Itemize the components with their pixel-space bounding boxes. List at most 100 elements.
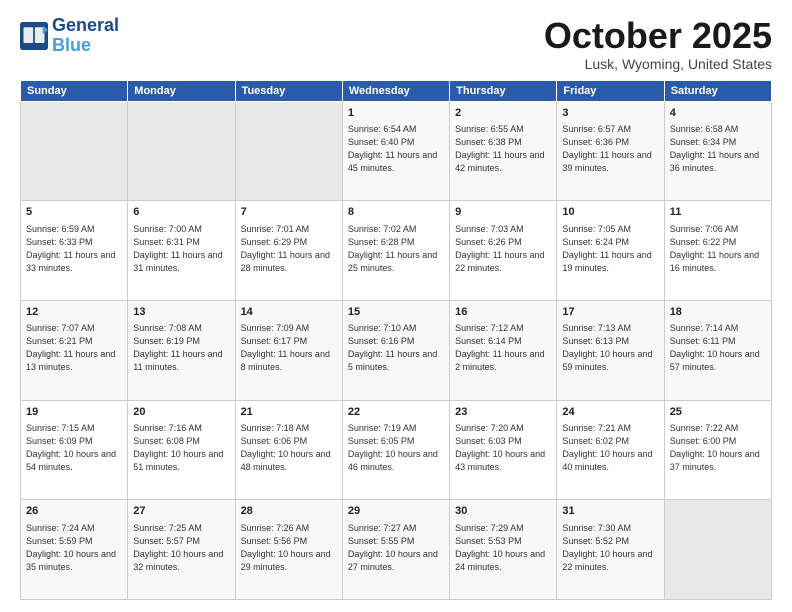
calendar-cell (21, 101, 128, 201)
day-info: Sunrise: 7:16 AMSunset: 6:08 PMDaylight:… (133, 422, 229, 474)
logo-text: General Blue (52, 16, 119, 56)
day-number: 10 (562, 205, 658, 220)
day-number: 5 (26, 205, 122, 220)
day-info: Sunrise: 7:13 AMSunset: 6:13 PMDaylight:… (562, 322, 658, 374)
location: Lusk, Wyoming, United States (544, 56, 772, 72)
day-number: 18 (670, 305, 766, 320)
calendar-week-2: 12Sunrise: 7:07 AMSunset: 6:21 PMDayligh… (21, 300, 772, 400)
day-number: 17 (562, 305, 658, 320)
weekday-header-friday: Friday (557, 80, 664, 101)
logo-line1: General (52, 16, 119, 36)
day-number: 30 (455, 504, 551, 519)
calendar-table: SundayMondayTuesdayWednesdayThursdayFrid… (20, 80, 772, 600)
day-info: Sunrise: 6:59 AMSunset: 6:33 PMDaylight:… (26, 223, 122, 275)
calendar-cell (664, 500, 771, 600)
day-info: Sunrise: 6:57 AMSunset: 6:36 PMDaylight:… (562, 123, 658, 175)
calendar-cell (128, 101, 235, 201)
day-info: Sunrise: 7:05 AMSunset: 6:24 PMDaylight:… (562, 223, 658, 275)
month-title: October 2025 (544, 16, 772, 56)
weekday-header-monday: Monday (128, 80, 235, 101)
calendar-cell: 12Sunrise: 7:07 AMSunset: 6:21 PMDayligh… (21, 300, 128, 400)
day-number: 1 (348, 106, 444, 121)
calendar-cell: 6 Sunrise: 7:00 AMSunset: 6:31 PMDaylight… (128, 201, 235, 301)
day-number: 9 (455, 205, 551, 220)
calendar-cell: 23Sunrise: 7:20 AMSunset: 6:03 PMDayligh… (450, 400, 557, 500)
day-info: Sunrise: 7:18 AMSunset: 6:06 PMDaylight:… (241, 422, 337, 474)
day-number: 16 (455, 305, 551, 320)
calendar-week-0: 1 Sunrise: 6:54 AMSunset: 6:40 PMDaylight… (21, 101, 772, 201)
day-number: 13 (133, 305, 229, 320)
day-number: 26 (26, 504, 122, 519)
day-number: 2 (455, 106, 551, 121)
calendar-cell: 20 Sunrise: 7:16 AMSunset: 6:08 PMDayligh… (128, 400, 235, 500)
calendar-cell: 27Sunrise: 7:25 AMSunset: 5:57 PMDayligh… (128, 500, 235, 600)
calendar-cell: 30 Sunrise: 7:29 AMSunset: 5:53 PMDayligh… (450, 500, 557, 600)
calendar-cell: 24Sunrise: 7:21 AMSunset: 6:02 PMDayligh… (557, 400, 664, 500)
day-info: Sunrise: 7:08 AMSunset: 6:19 PMDaylight:… (133, 322, 229, 374)
day-info: Sunrise: 7:22 AMSunset: 6:00 PMDaylight:… (670, 422, 766, 474)
day-info: Sunrise: 7:10 AMSunset: 6:16 PMDaylight:… (348, 322, 444, 374)
calendar-cell: 28Sunrise: 7:26 AMSunset: 5:56 PMDayligh… (235, 500, 342, 600)
day-info: Sunrise: 6:55 AMSunset: 6:38 PMDaylight:… (455, 123, 551, 175)
logo-icon (20, 22, 48, 50)
day-number: 29 (348, 504, 444, 519)
day-info: Sunrise: 7:12 AMSunset: 6:14 PMDaylight:… (455, 322, 551, 374)
calendar-cell: 3 Sunrise: 6:57 AMSunset: 6:36 PMDaylight… (557, 101, 664, 201)
calendar-cell: 26 Sunrise: 7:24 AMSunset: 5:59 PMDayligh… (21, 500, 128, 600)
day-info: Sunrise: 7:19 AMSunset: 6:05 PMDaylight:… (348, 422, 444, 474)
logo-line2: Blue (52, 36, 119, 56)
day-info: Sunrise: 7:24 AMSunset: 5:59 PMDaylight:… (26, 522, 122, 574)
day-number: 20 (133, 405, 229, 420)
day-number: 11 (670, 205, 766, 220)
day-number: 8 (348, 205, 444, 220)
day-number: 7 (241, 205, 337, 220)
calendar-cell: 15Sunrise: 7:10 AMSunset: 6:16 PMDayligh… (342, 300, 449, 400)
calendar-cell (235, 101, 342, 201)
logo: General Blue (20, 16, 119, 56)
day-info: Sunrise: 7:27 AMSunset: 5:55 PMDaylight:… (348, 522, 444, 574)
page: General Blue October 2025 Lusk, Wyoming,… (0, 0, 792, 612)
calendar-week-4: 26 Sunrise: 7:24 AMSunset: 5:59 PMDayligh… (21, 500, 772, 600)
calendar-week-1: 5 Sunrise: 6:59 AMSunset: 6:33 PMDaylight… (21, 201, 772, 301)
day-info: Sunrise: 7:07 AMSunset: 6:21 PMDaylight:… (26, 322, 122, 374)
calendar-cell: 5 Sunrise: 6:59 AMSunset: 6:33 PMDaylight… (21, 201, 128, 301)
calendar-cell: 29 Sunrise: 7:27 AMSunset: 5:55 PMDayligh… (342, 500, 449, 600)
calendar-cell: 13 Sunrise: 7:08 AMSunset: 6:19 PMDayligh… (128, 300, 235, 400)
day-info: Sunrise: 7:29 AMSunset: 5:53 PMDaylight:… (455, 522, 551, 574)
day-info: Sunrise: 7:09 AMSunset: 6:17 PMDaylight:… (241, 322, 337, 374)
calendar-cell: 17 Sunrise: 7:13 AMSunset: 6:13 PMDayligh… (557, 300, 664, 400)
day-info: Sunrise: 7:03 AMSunset: 6:26 PMDaylight:… (455, 223, 551, 275)
weekday-header-wednesday: Wednesday (342, 80, 449, 101)
day-info: Sunrise: 7:06 AMSunset: 6:22 PMDaylight:… (670, 223, 766, 275)
day-info: Sunrise: 7:14 AMSunset: 6:11 PMDaylight:… (670, 322, 766, 374)
day-number: 19 (26, 405, 122, 420)
day-number: 6 (133, 205, 229, 220)
calendar-cell: 8 Sunrise: 7:02 AMSunset: 6:28 PMDaylight… (342, 201, 449, 301)
day-info: Sunrise: 7:20 AMSunset: 6:03 PMDaylight:… (455, 422, 551, 474)
header: General Blue October 2025 Lusk, Wyoming,… (20, 16, 772, 72)
weekday-header-sunday: Sunday (21, 80, 128, 101)
calendar-cell: 1 Sunrise: 6:54 AMSunset: 6:40 PMDaylight… (342, 101, 449, 201)
calendar-cell: 10 Sunrise: 7:05 AMSunset: 6:24 PMDayligh… (557, 201, 664, 301)
day-info: Sunrise: 7:01 AMSunset: 6:29 PMDaylight:… (241, 223, 337, 275)
weekday-header-tuesday: Tuesday (235, 80, 342, 101)
day-info: Sunrise: 6:58 AMSunset: 6:34 PMDaylight:… (670, 123, 766, 175)
day-info: Sunrise: 6:54 AMSunset: 6:40 PMDaylight:… (348, 123, 444, 175)
calendar-cell: 22Sunrise: 7:19 AMSunset: 6:05 PMDayligh… (342, 400, 449, 500)
title-block: October 2025 Lusk, Wyoming, United State… (544, 16, 772, 72)
calendar-cell: 7 Sunrise: 7:01 AMSunset: 6:29 PMDaylight… (235, 201, 342, 301)
calendar-cell: 14 Sunrise: 7:09 AMSunset: 6:17 PMDayligh… (235, 300, 342, 400)
weekday-header-thursday: Thursday (450, 80, 557, 101)
calendar-header-row: SundayMondayTuesdayWednesdayThursdayFrid… (21, 80, 772, 101)
day-number: 27 (133, 504, 229, 519)
day-info: Sunrise: 7:15 AMSunset: 6:09 PMDaylight:… (26, 422, 122, 474)
day-info: Sunrise: 7:02 AMSunset: 6:28 PMDaylight:… (348, 223, 444, 275)
day-info: Sunrise: 7:00 AMSunset: 6:31 PMDaylight:… (133, 223, 229, 275)
day-number: 21 (241, 405, 337, 420)
day-number: 14 (241, 305, 337, 320)
day-number: 3 (562, 106, 658, 121)
calendar-cell: 25Sunrise: 7:22 AMSunset: 6:00 PMDayligh… (664, 400, 771, 500)
day-number: 31 (562, 504, 658, 519)
calendar-cell: 9 Sunrise: 7:03 AMSunset: 6:26 PMDaylight… (450, 201, 557, 301)
day-number: 28 (241, 504, 337, 519)
